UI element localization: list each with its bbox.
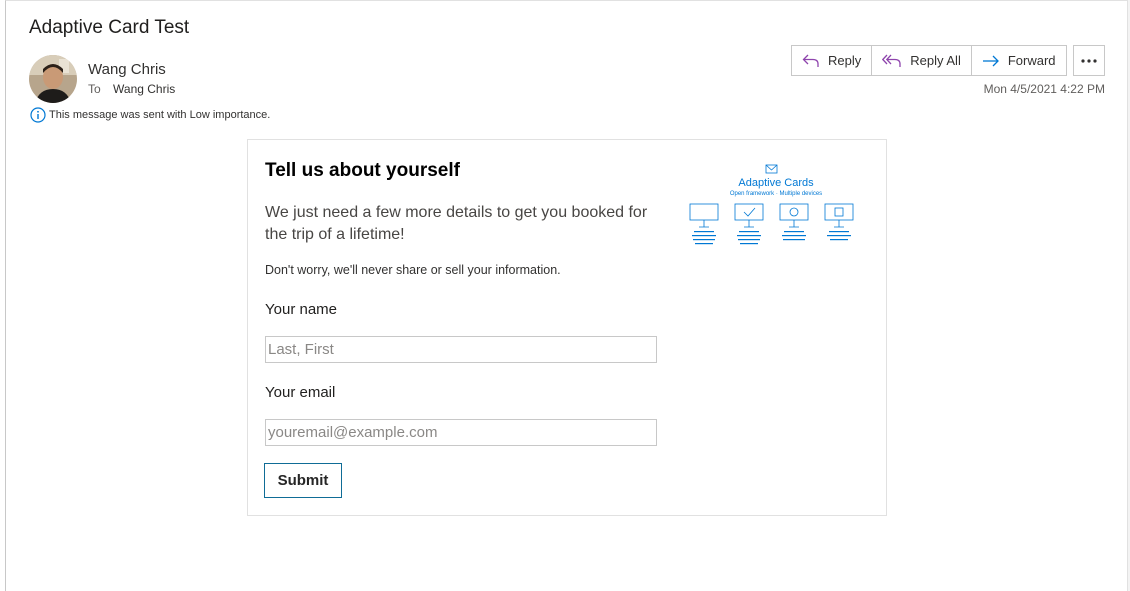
to-label: To bbox=[88, 82, 101, 96]
more-dots-icon bbox=[1081, 58, 1097, 63]
reply-icon bbox=[802, 54, 819, 67]
sender-name[interactable]: Wang Chris bbox=[88, 61, 166, 78]
info-icon bbox=[30, 107, 46, 123]
adaptive-card: Tell us about yourself We just need a fe… bbox=[247, 139, 887, 516]
reply-all-icon bbox=[882, 54, 901, 67]
more-actions-button[interactable] bbox=[1073, 45, 1105, 76]
avatar[interactable] bbox=[29, 55, 77, 103]
email-input[interactable] bbox=[265, 419, 657, 446]
importance-text: This message was sent with Low importanc… bbox=[49, 109, 271, 121]
reply-label: Reply bbox=[828, 53, 862, 68]
name-input[interactable] bbox=[265, 336, 657, 363]
adaptive-cards-diagram: Adaptive Cards Open framework · Multiple… bbox=[689, 164, 854, 245]
submit-button[interactable]: Submit bbox=[264, 463, 342, 498]
avatar-photo bbox=[29, 55, 77, 103]
email-label: Your email bbox=[265, 384, 336, 401]
reply-all-button[interactable]: Reply All bbox=[872, 46, 972, 75]
message-subject: Adaptive Card Test bbox=[29, 17, 190, 38]
hero-subtitle: Open framework · Multiple devices bbox=[730, 191, 822, 197]
recipient-line: To Wang Chris bbox=[88, 82, 175, 96]
adaptive-cards-hero-image: Adaptive Cards Open framework · Multiple… bbox=[683, 160, 869, 255]
forward-arrow-icon bbox=[982, 55, 999, 66]
message-timestamp: Mon 4/5/2021 4:22 PM bbox=[983, 82, 1105, 96]
forward-button[interactable]: Forward bbox=[972, 46, 1066, 75]
card-subtitle: We just need a few more details to get y… bbox=[265, 204, 648, 243]
importance-notice: This message was sent with Low importanc… bbox=[30, 107, 270, 123]
reply-all-label: Reply All bbox=[910, 53, 961, 68]
hero-title: Adaptive Cards bbox=[738, 177, 814, 189]
forward-label: Forward bbox=[1007, 53, 1056, 68]
message-actions: Reply Reply All Forward bbox=[791, 45, 1067, 76]
card-privacy-note: Don't worry, we'll never share or sell y… bbox=[265, 263, 561, 277]
reply-button[interactable]: Reply bbox=[792, 46, 873, 75]
name-label: Your name bbox=[265, 301, 337, 318]
recipient-name[interactable]: Wang Chris bbox=[113, 82, 175, 96]
card-title: Tell us about yourself bbox=[265, 160, 460, 181]
